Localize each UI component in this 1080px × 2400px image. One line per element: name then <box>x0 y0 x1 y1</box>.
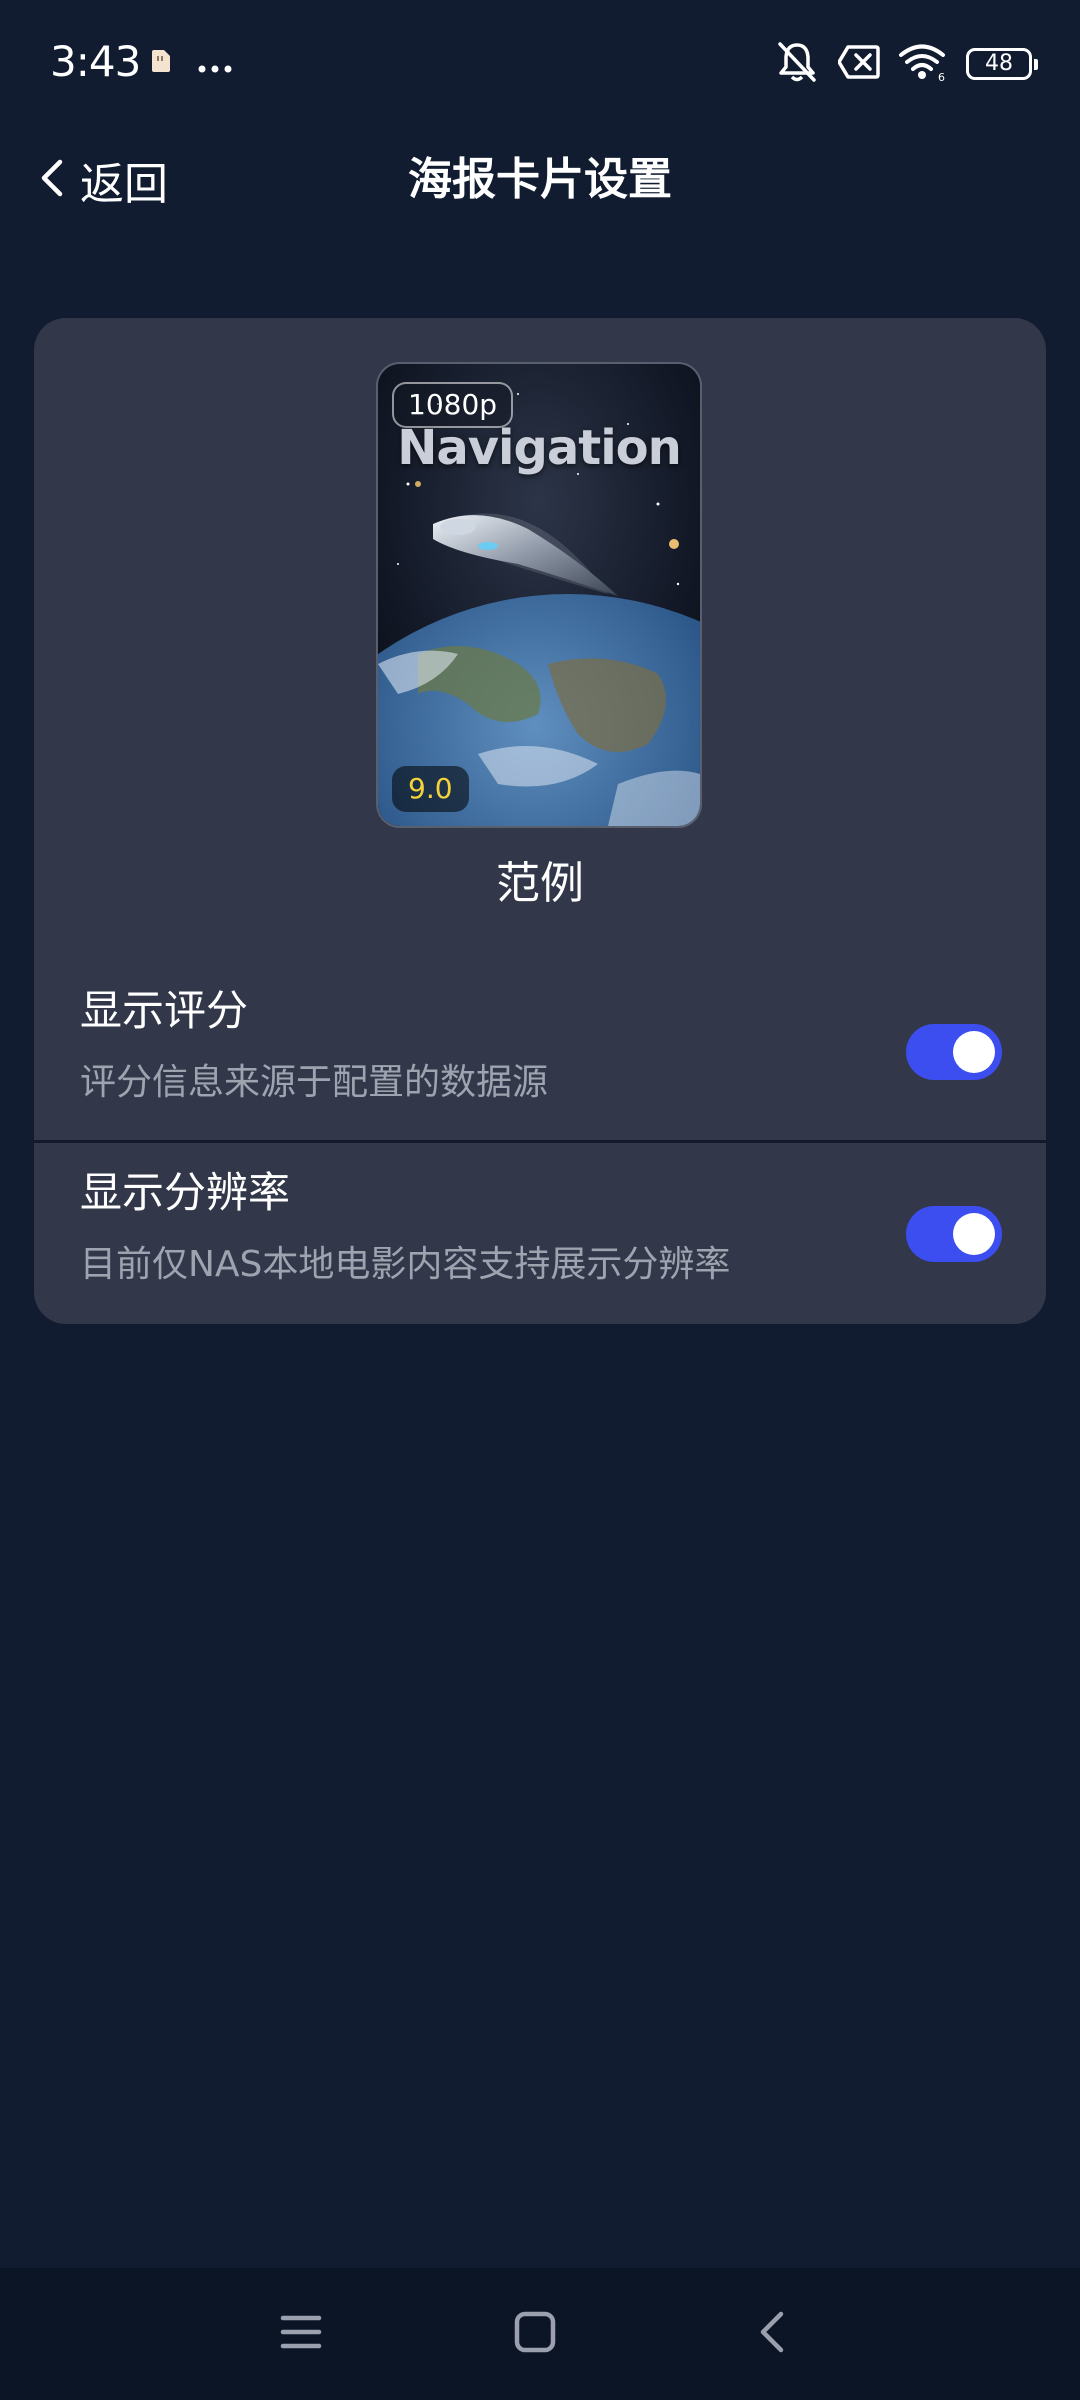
menu-button[interactable] <box>269 2302 333 2366</box>
back-icon <box>757 2310 787 2358</box>
battery-cap <box>1034 59 1038 70</box>
svg-text:6: 6 <box>938 71 945 82</box>
sim-card-icon <box>150 48 172 78</box>
poster-title: Navigation <box>397 420 682 476</box>
poster-preview: 1080p Navigation 9.0 <box>376 362 702 828</box>
setting-description: 评分信息来源于配置的数据源 <box>80 1062 549 1103</box>
show-rating-toggle[interactable] <box>906 1024 1002 1080</box>
setting-description: 目前仅NAS本地电影内容支持展示分辨率 <box>80 1244 731 1285</box>
toggle-knob <box>953 1213 995 1255</box>
setting-show-rating: 显示评分 评分信息来源于配置的数据源 <box>34 958 1046 1138</box>
mute-icon <box>774 40 820 88</box>
setting-show-resolution: 显示分辨率 目前仅NAS本地电影内容支持展示分辨率 <box>34 1140 1046 1320</box>
status-bar: 3:43 6 48 <box>0 0 1080 130</box>
more-dots-icon <box>198 58 232 77</box>
menu-icon <box>279 2312 323 2356</box>
show-resolution-toggle[interactable] <box>906 1206 1002 1262</box>
home-button[interactable] <box>503 2302 567 2366</box>
system-nav-bar <box>0 2268 1080 2400</box>
battery-icon: 48 <box>966 48 1038 80</box>
status-time: 3:43 <box>50 37 141 86</box>
setting-title: 显示评分 <box>80 986 249 1035</box>
settings-card: 1080p Navigation 9.0 范例 显示评分 评分信息来源于配置的数… <box>34 318 1046 1324</box>
page-title: 海报卡片设置 <box>408 154 672 205</box>
system-back-button[interactable] <box>740 2302 804 2366</box>
wifi-icon: 6 <box>898 42 948 86</box>
rating-badge: 9.0 <box>392 766 469 812</box>
header: 返回 海报卡片设置 <box>0 130 1080 230</box>
toggle-knob <box>953 1031 995 1073</box>
no-data-icon <box>837 45 880 83</box>
battery-level: 48 <box>985 51 1013 76</box>
setting-title: 显示分辨率 <box>80 1168 291 1217</box>
example-caption: 范例 <box>496 858 584 909</box>
home-icon <box>514 2311 556 2357</box>
